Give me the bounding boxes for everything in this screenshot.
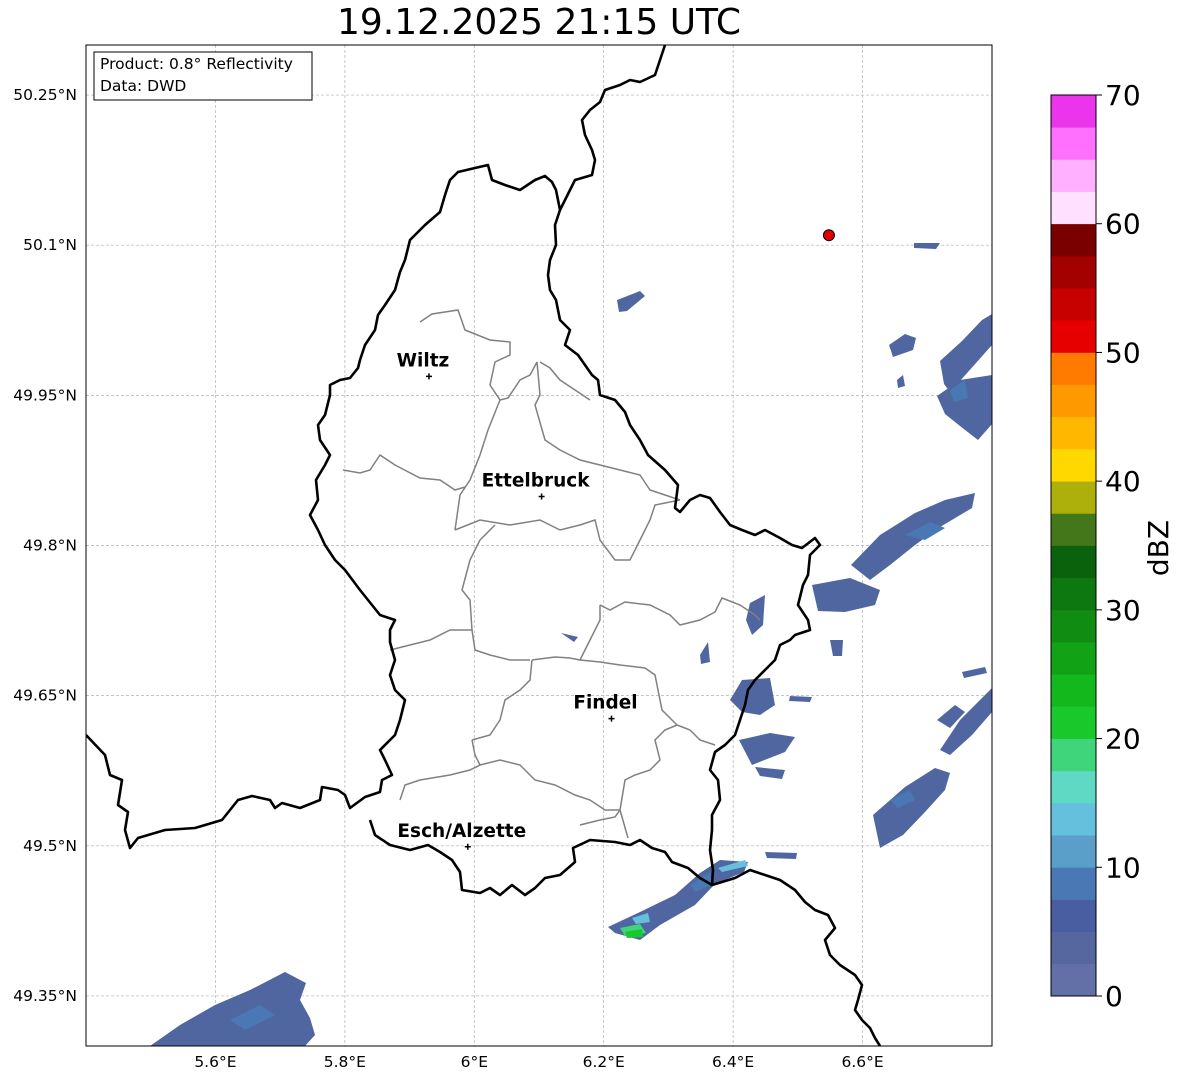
lat-tick-label: 49.65°N bbox=[13, 687, 77, 705]
lat-tick-label: 49.5°N bbox=[23, 837, 77, 855]
lat-tick-label: 50.1°N bbox=[23, 236, 77, 254]
city-label: Wiltz bbox=[397, 350, 450, 371]
info-data-source: Data: DWD bbox=[100, 77, 186, 95]
info-product: Product: 0.8° Reflectivity bbox=[100, 55, 293, 73]
city-label: Findel bbox=[573, 693, 637, 714]
lat-tick-label: 49.95°N bbox=[13, 386, 77, 404]
lat-tick-label: 49.8°N bbox=[23, 537, 77, 555]
info-box: Product: 0.8° Reflectivity Data: DWD bbox=[93, 51, 313, 101]
lat-tick-label: 49.35°N bbox=[13, 987, 77, 1005]
city-marker bbox=[608, 715, 615, 722]
city-label: Ettelbruck bbox=[482, 470, 591, 491]
lon-tick-label: 5.8°E bbox=[324, 1053, 366, 1071]
radar-site-marker bbox=[822, 229, 835, 242]
lon-tick-label: 6°E bbox=[461, 1053, 488, 1071]
axis-ticks: 5.6°E 5.8°E 6°E 6.2°E 6.4°E 6.6°E 50.25°N 50.1°… bbox=[13, 86, 883, 1071]
city-marker bbox=[425, 373, 432, 380]
city-markers: Wiltz Ettelbruck Findel Esch/Alzette bbox=[397, 350, 638, 850]
lon-tick-label: 5.6°E bbox=[194, 1053, 236, 1071]
canton-boundaries bbox=[342, 309, 761, 839]
map-gridlines bbox=[86, 45, 992, 1046]
lat-tick-label: 50.25°N bbox=[13, 86, 77, 104]
lon-tick-label: 6.4°E bbox=[712, 1053, 754, 1071]
city-marker bbox=[464, 843, 471, 850]
radar-site-dot bbox=[822, 229, 835, 242]
lon-tick-label: 6.6°E bbox=[841, 1053, 883, 1071]
city-marker bbox=[538, 493, 545, 500]
radar-map: 5.6°E 5.8°E 6°E 6.2°E 6.4°E 6.6°E 50.25°N 50.1°… bbox=[13, 44, 993, 1071]
radar-echoes bbox=[150, 243, 992, 1046]
city-label: Esch/Alzette bbox=[397, 821, 526, 842]
lon-tick-label: 6.2°E bbox=[583, 1053, 625, 1071]
